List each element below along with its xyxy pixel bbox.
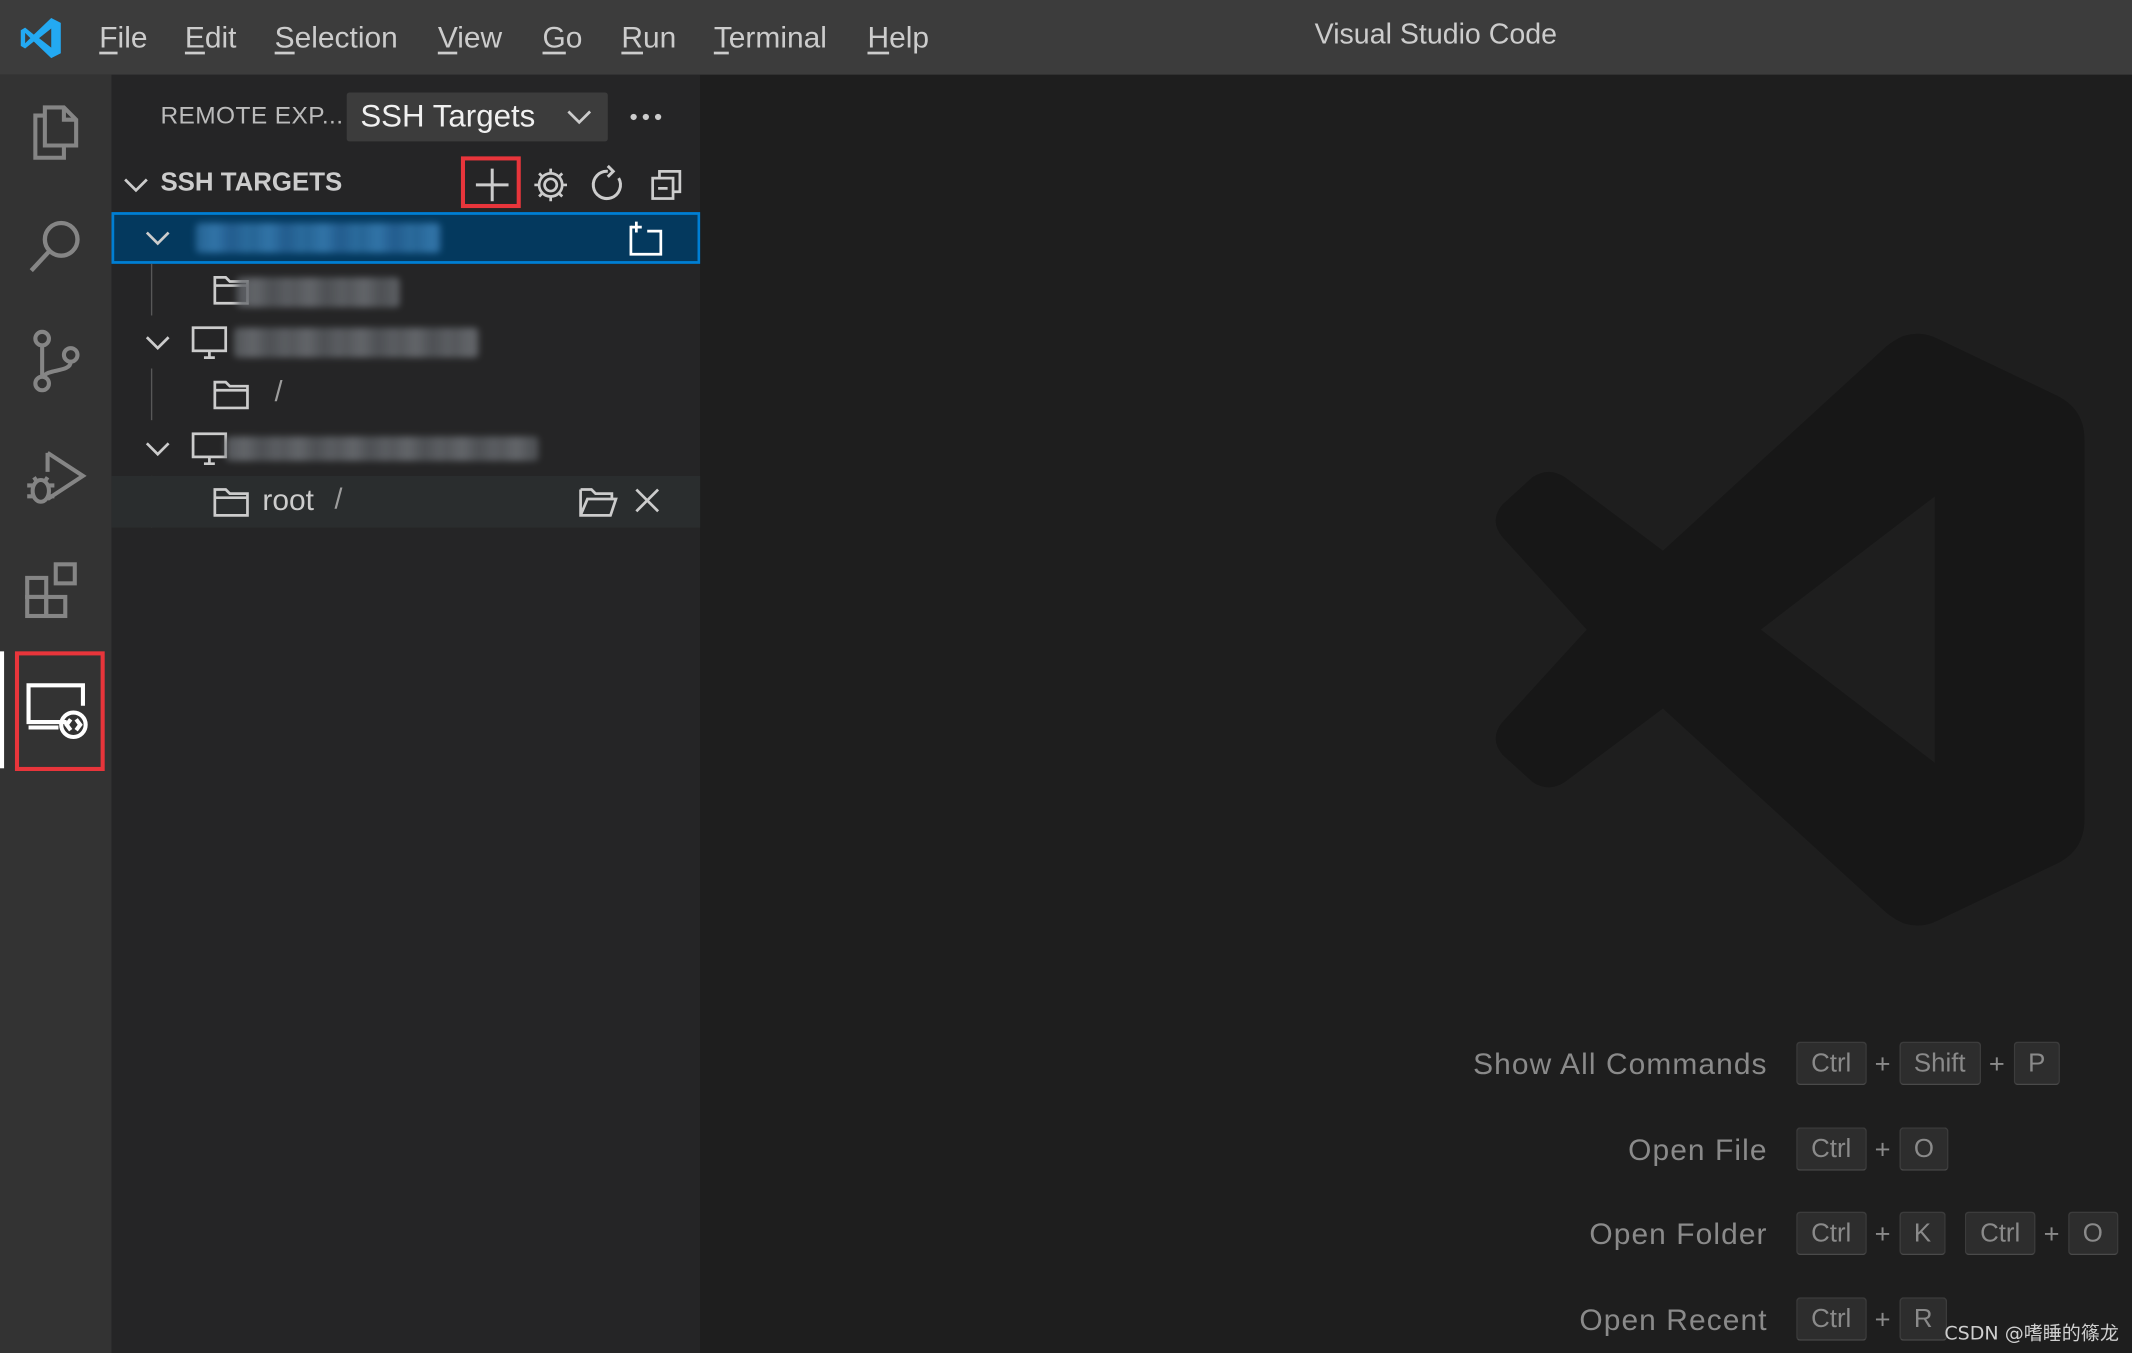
editor-area: Show All Commands Ctrl + Shift + P Open File… <box>700 74 2132 1353</box>
shortcut-open-folder: Open Folder Ctrl + K Ctrl + O <box>700 1210 2132 1264</box>
redacted-folder-path <box>236 277 400 308</box>
shortcut-label: Open File <box>1628 1132 1768 1167</box>
shortcut-label: Open Recent <box>1579 1302 1768 1337</box>
ssh-host-row[interactable] <box>111 212 701 264</box>
key-combination: Ctrl + O <box>1796 1126 1949 1180</box>
redacted-host-name <box>195 223 441 253</box>
ssh-host-row[interactable] <box>111 423 700 475</box>
add-host-highlight-box <box>460 156 521 209</box>
key-cap: Ctrl <box>1796 1127 1867 1171</box>
chevron-down-icon <box>145 336 170 351</box>
key-cap: O <box>2067 1211 2118 1256</box>
section-title: SSH TARGETS <box>160 168 343 198</box>
search-icon[interactable] <box>18 208 94 284</box>
folder-icon <box>213 380 249 410</box>
remote-target-dropdown[interactable]: SSH Targets <box>346 92 608 142</box>
folder-path: / <box>274 376 283 408</box>
vscode-watermark-logo-icon <box>1495 333 2085 926</box>
ssh-host-row[interactable] <box>111 317 700 369</box>
connect-in-new-window-icon[interactable] <box>624 220 665 258</box>
redacted-host-name <box>233 327 479 358</box>
folder-icon <box>213 488 249 517</box>
window-title: Visual Studio Code <box>1314 19 1558 51</box>
key-cap: Ctrl <box>1796 1041 1867 1086</box>
collapse-all-icon[interactable] <box>646 165 687 206</box>
ssh-folder-row[interactable]: / <box>111 369 700 421</box>
remove-close-icon[interactable] <box>631 484 664 517</box>
key-cap: Ctrl <box>1796 1297 1867 1341</box>
ssh-folder-row[interactable]: root / <box>111 475 701 528</box>
shortcut-open-recent: Open Recent Ctrl + R <box>700 1296 2132 1350</box>
chevron-down-icon <box>567 110 592 125</box>
key-cap: R <box>1898 1297 1948 1341</box>
redacted-host-name <box>225 436 539 461</box>
monitor-icon <box>191 326 228 359</box>
key-cap: P <box>2013 1041 2061 1086</box>
title-bar: File Edit Selection View Go Run Terminal… <box>0 0 2132 75</box>
ssh-targets-section-header[interactable]: SSH TARGETS <box>111 162 700 208</box>
remote-target-dropdown-label: SSH Targets <box>360 97 536 134</box>
extensions-icon[interactable] <box>18 555 94 631</box>
key-combination: Ctrl + K Ctrl + O <box>1796 1210 2118 1264</box>
csdn-watermark-text: CSDN @嗜睡的篠龙 <box>1944 1323 2119 1345</box>
folder-name: root <box>262 482 314 517</box>
folder-path: / <box>334 484 343 516</box>
remote-explorer-sidebar: REMOTE EXP... SSH Targets SSH TARGETS / … <box>111 74 701 1353</box>
shortcut-show-all-commands: Show All Commands Ctrl + Shift + P <box>700 1040 2132 1094</box>
explorer-icon[interactable] <box>18 91 94 167</box>
chevron-down-icon <box>124 178 148 193</box>
key-combination: Ctrl + R <box>1796 1296 1948 1350</box>
configure-gear-icon[interactable] <box>530 165 571 206</box>
shortcut-label: Open Folder <box>1589 1217 1768 1252</box>
refresh-icon[interactable] <box>587 164 628 206</box>
remote-explorer-highlight-box <box>14 651 105 772</box>
key-combination: Ctrl + Shift + P <box>1796 1040 2061 1094</box>
shortcut-open-file: Open File Ctrl + O <box>700 1126 2132 1180</box>
vscode-window: File Edit Selection View Go Run Terminal… <box>0 0 2132 1353</box>
key-cap: Shift <box>1898 1041 1981 1086</box>
key-cap: Ctrl <box>1796 1211 1867 1256</box>
key-cap: O <box>1898 1127 1949 1171</box>
key-cap: Ctrl <box>1965 1211 2036 1256</box>
monitor-icon <box>191 432 228 466</box>
shortcut-label: Show All Commands <box>1473 1047 1768 1082</box>
more-actions-icon[interactable] <box>628 99 663 134</box>
chevron-down-icon <box>145 442 170 457</box>
active-view-indicator <box>0 651 5 769</box>
sidebar-title: REMOTE EXP... <box>160 101 344 130</box>
ssh-folder-row[interactable] <box>111 264 700 316</box>
run-debug-icon[interactable] <box>18 439 94 515</box>
activity-bar <box>0 74 112 1353</box>
open-folder-icon[interactable] <box>578 483 619 521</box>
key-cap: K <box>1898 1211 1947 1256</box>
source-control-icon[interactable] <box>18 322 94 398</box>
chevron-down-icon <box>145 231 170 246</box>
